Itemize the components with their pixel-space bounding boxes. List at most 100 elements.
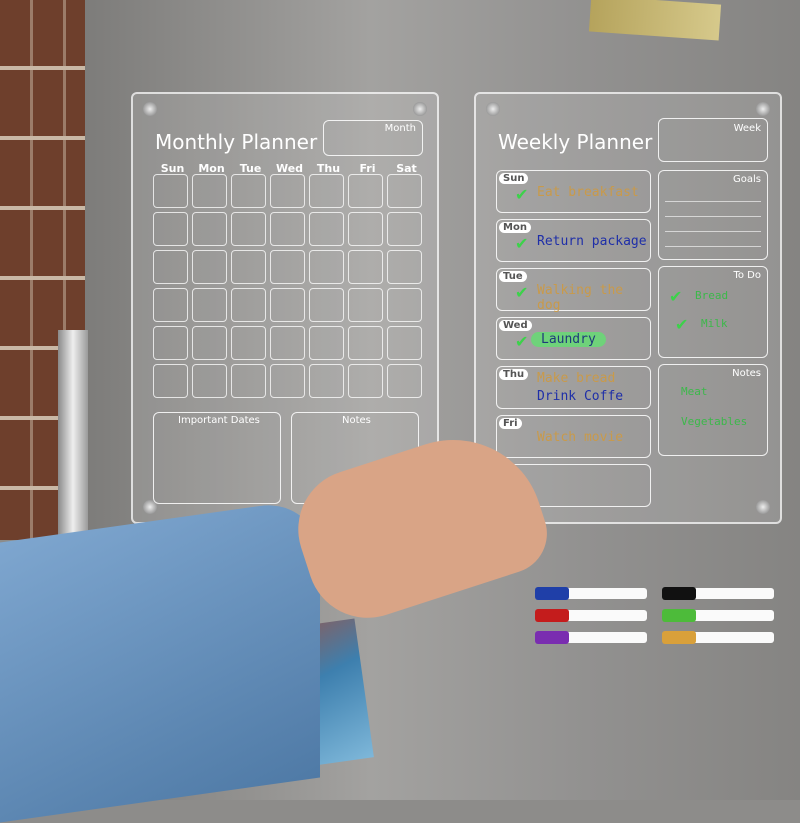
calendar-grid xyxy=(153,174,422,398)
calendar-cell xyxy=(231,212,266,246)
calendar-cell xyxy=(192,250,227,284)
day-row-wed: Wed ✔ Laundry xyxy=(496,317,651,360)
dry-erase-marker xyxy=(662,609,774,622)
dry-erase-marker xyxy=(535,587,647,600)
notes-item: Vegetables xyxy=(681,415,748,428)
calendar-cell xyxy=(231,326,266,360)
screw xyxy=(486,102,500,116)
notes-label: Notes xyxy=(342,415,371,426)
calendar-cell xyxy=(270,288,305,322)
calendar-cell xyxy=(270,364,305,398)
marker-cap xyxy=(535,609,569,622)
check-icon: ✔ xyxy=(515,185,529,204)
calendar-cell xyxy=(309,174,344,208)
calendar-cell xyxy=(153,326,188,360)
todo-item: Milk xyxy=(701,317,728,330)
day-tag: Mon xyxy=(499,222,531,233)
dry-erase-marker xyxy=(662,631,774,644)
task-text: Drink Coffe xyxy=(537,389,624,404)
calendar-cell xyxy=(153,288,188,322)
screw xyxy=(143,102,157,116)
task-text: Return package xyxy=(537,234,647,249)
check-icon: ✔ xyxy=(515,234,529,253)
task-text: Eat breakfast xyxy=(537,185,639,200)
day-tag: Wed xyxy=(499,320,532,331)
task-text: Walking the dog xyxy=(537,283,624,313)
marker-cap xyxy=(535,587,569,600)
day-row-sun: Sun ✔ Eat breakfast xyxy=(496,170,651,213)
calendar-cell xyxy=(387,364,422,398)
day-tag: Sun xyxy=(499,173,529,184)
marker-cap xyxy=(535,631,569,644)
calendar-cell xyxy=(270,212,305,246)
calendar-cell xyxy=(231,288,266,322)
day-row-mon: Mon ✔ Return package xyxy=(496,219,651,262)
week-label: Week xyxy=(733,123,761,134)
important-dates-label: Important Dates xyxy=(178,415,260,426)
monthly-title: Monthly Planner xyxy=(155,130,318,154)
week-box: Week xyxy=(658,118,768,162)
day-tag: Fri xyxy=(499,418,522,429)
calendar-cell xyxy=(270,250,305,284)
calendar-cell xyxy=(348,250,383,284)
screw xyxy=(756,102,770,116)
goals-box: Goals xyxy=(658,170,768,260)
arm-denim-sleeve xyxy=(0,497,320,823)
calendar-cell xyxy=(387,326,422,360)
dry-erase-marker xyxy=(662,587,774,600)
calendar-cell xyxy=(192,174,227,208)
marker-cap xyxy=(662,631,696,644)
calendar-cell xyxy=(231,250,266,284)
check-icon: ✔ xyxy=(515,332,529,351)
calendar-cell xyxy=(309,288,344,322)
calendar-cell xyxy=(387,212,422,246)
marker-cap xyxy=(662,587,696,600)
calendar-cell xyxy=(270,174,305,208)
weekly-notes-label: Notes xyxy=(732,368,761,379)
calendar-cell xyxy=(309,250,344,284)
calendar-cell xyxy=(192,326,227,360)
todo-box: To Do ✔ Bread ✔ Milk xyxy=(658,266,768,358)
calendar-cell xyxy=(309,364,344,398)
calendar-cell xyxy=(153,174,188,208)
calendar-cell xyxy=(309,212,344,246)
notes-item: Meat xyxy=(681,385,708,398)
calendar-cell xyxy=(387,288,422,322)
weekly-title: Weekly Planner xyxy=(498,130,653,154)
month-label: Month xyxy=(384,123,416,134)
check-icon: ✔ xyxy=(669,287,683,306)
calendar-cell xyxy=(348,288,383,322)
day-row-fri: Fri Watch movie xyxy=(496,415,651,458)
calendar-cell xyxy=(309,326,344,360)
dry-erase-marker xyxy=(535,631,647,644)
todo-label: To Do xyxy=(733,270,761,281)
calendar-cell xyxy=(348,212,383,246)
calendar-cell xyxy=(387,174,422,208)
calendar-cell xyxy=(153,250,188,284)
calendar-cell xyxy=(348,174,383,208)
todo-item: Bread xyxy=(695,289,729,302)
day-tag: Tue xyxy=(499,271,527,282)
calendar-cell xyxy=(192,288,227,322)
day-tag: Thu xyxy=(499,369,529,380)
check-icon: ✔ xyxy=(515,283,529,302)
calendar-cell xyxy=(348,326,383,360)
weekly-notes-box: Notes Meat Vegetables xyxy=(658,364,768,456)
month-box: Month xyxy=(323,120,423,156)
task-text: Laundry xyxy=(531,332,606,347)
calendar-cell xyxy=(231,364,266,398)
calendar-cell xyxy=(192,364,227,398)
check-icon: ✔ xyxy=(675,315,689,334)
marker-cap xyxy=(662,609,696,622)
task-text: Watch movie xyxy=(537,430,624,445)
calendar-cell xyxy=(231,174,266,208)
calendar-cell xyxy=(348,364,383,398)
weekly-planner-board: Weekly Planner Week Sun ✔ Eat breakfast Mon… xyxy=(474,92,782,524)
day-row-tue: Tue ✔ Walking the dog xyxy=(496,268,651,313)
goals-label: Goals xyxy=(733,174,761,185)
calendar-cell xyxy=(192,212,227,246)
dry-erase-marker xyxy=(535,609,647,622)
screw xyxy=(413,102,427,116)
screw xyxy=(756,500,770,514)
calendar-cell xyxy=(270,326,305,360)
